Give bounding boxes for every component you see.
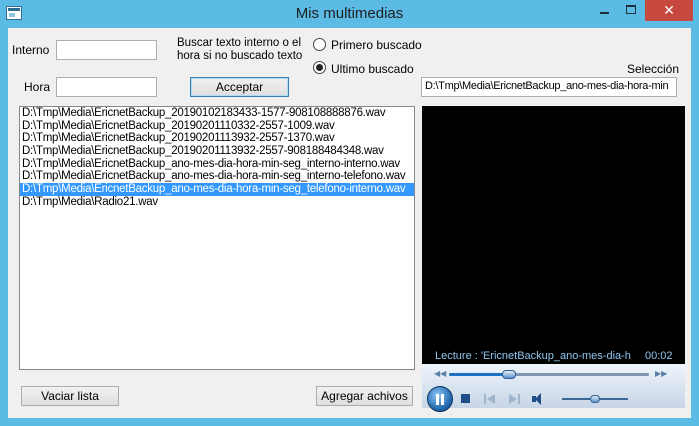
list-item[interactable]: D:\Tmp\Media\EricnetBackup_ano-mes-dia-h… [20, 183, 414, 196]
seek-progress [449, 373, 509, 376]
list-item[interactable]: D:\Tmp\Media\EricnetBackup_2019010218343… [20, 107, 414, 120]
minimize-icon [600, 12, 609, 14]
stop-icon[interactable] [461, 394, 470, 403]
player-time: 00:02 [645, 350, 673, 362]
volume-slider[interactable] [562, 395, 628, 403]
interno-label: Interno [12, 43, 50, 57]
radio-first-label[interactable]: Primero buscado [331, 38, 422, 52]
list-item[interactable]: D:\Tmp\Media\EricnetBackup_ano-mes-dia-h… [20, 158, 414, 171]
close-icon: ✕ [663, 2, 675, 18]
maximize-icon [626, 5, 636, 14]
search-hint-line-2: hora si no buscado texto [177, 50, 303, 62]
hora-input[interactable] [56, 77, 157, 97]
accept-button[interactable]: Acceptar [190, 77, 289, 97]
list-item[interactable]: D:\Tmp\Media\EricnetBackup_2019020111033… [20, 120, 414, 133]
minimize-button[interactable] [591, 0, 618, 21]
list-item[interactable]: D:\Tmp\Media\EricnetBackup_2019020111393… [20, 132, 414, 145]
selection-label: Selección [627, 62, 680, 76]
file-listbox[interactable]: D:\Tmp\Media\EricnetBackup_2019010218343… [19, 106, 415, 370]
main-window: Mis multimedias ✕ Interno Hora Buscar te… [0, 0, 699, 426]
media-player[interactable]: Lecture : 'EricnetBackup_ano-mes-dia-hor… [422, 106, 685, 412]
next-icon[interactable] [508, 394, 520, 404]
list-item[interactable]: D:\Tmp\Media\Radio21.wav [20, 196, 414, 209]
player-controls: ◀◀ ▶▶ [422, 364, 685, 412]
maximize-button[interactable] [618, 0, 645, 21]
seek-bar[interactable] [449, 370, 649, 379]
radio-last-found[interactable] [313, 61, 326, 74]
interno-input[interactable] [56, 40, 157, 60]
search-hint-line-1: Buscar texto interno o el [177, 37, 302, 49]
client-area: Interno Hora Buscar texto interno o el h… [8, 28, 691, 418]
seek-thumb[interactable] [502, 370, 516, 379]
forward-marker-icon: ▶▶ [655, 369, 668, 378]
list-item[interactable]: D:\Tmp\Media\EricnetBackup_ano-mes-dia-h… [20, 170, 414, 183]
list-item[interactable]: D:\Tmp\Media\EricnetBackup_2019020111393… [20, 145, 414, 158]
radio-last-label[interactable]: Ultimo buscado [331, 62, 414, 76]
clear-list-button[interactable]: Vaciar lista [21, 386, 119, 406]
title-bar[interactable]: Mis multimedias ✕ [0, 0, 699, 28]
volume-icon[interactable] [532, 393, 548, 405]
previous-icon[interactable] [484, 394, 496, 404]
rewind-marker-icon: ◀◀ [434, 369, 447, 378]
player-status-text: Lecture : 'EricnetBackup_ano-mes-dia-hor… [435, 350, 631, 362]
radio-first-found[interactable] [313, 38, 326, 51]
add-files-button[interactable]: Agregar achivos [316, 386, 413, 406]
selection-field[interactable]: D:\Tmp\Media\EricnetBackup_ano-mes-dia-h… [421, 77, 677, 97]
pause-icon[interactable] [427, 386, 453, 412]
volume-thumb[interactable] [590, 395, 600, 403]
close-button[interactable]: ✕ [645, 0, 693, 21]
hora-label: Hora [24, 80, 51, 94]
